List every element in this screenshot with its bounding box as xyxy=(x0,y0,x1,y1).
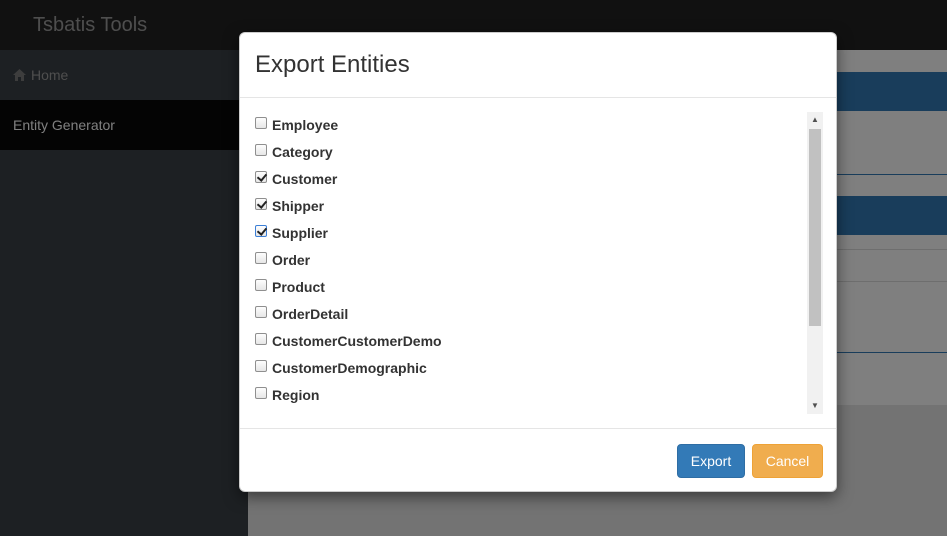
entity-row[interactable]: Category xyxy=(254,139,823,166)
export-button[interactable]: Export xyxy=(677,444,745,478)
entity-row[interactable]: Product xyxy=(254,274,823,301)
entity-label: Customer xyxy=(272,171,338,187)
entity-checkbox[interactable] xyxy=(255,198,267,210)
entity-row[interactable]: Employee xyxy=(254,112,823,139)
entity-label: Employee xyxy=(272,117,339,133)
entity-label: Supplier xyxy=(272,225,329,241)
scrollbar-thumb[interactable] xyxy=(809,129,821,326)
entity-row[interactable]: OrderDetail xyxy=(254,301,823,328)
entity-checkbox[interactable] xyxy=(255,144,267,156)
entity-label: Category xyxy=(272,144,333,160)
modal-footer: Export Cancel xyxy=(240,428,836,491)
scroll-up-arrow-icon[interactable]: ▲ xyxy=(807,112,823,128)
entity-checkbox[interactable] xyxy=(255,387,267,399)
modal-title: Export Entities xyxy=(255,51,410,78)
modal-body: Employee Category Customer Shipper Supplier O… xyxy=(240,98,836,428)
entity-row[interactable]: CustomerCustomerDemo xyxy=(254,328,823,355)
entity-row[interactable]: Customer xyxy=(254,166,823,193)
entity-label: Region xyxy=(272,387,320,403)
scrollbar[interactable]: ▲ ▼ xyxy=(807,112,823,414)
entity-label: Product xyxy=(272,279,325,295)
entity-checkbox[interactable] xyxy=(255,333,267,345)
entity-row[interactable]: Order xyxy=(254,247,823,274)
cancel-button[interactable]: Cancel xyxy=(752,444,823,478)
entity-label: OrderDetail xyxy=(272,306,349,322)
entity-checkbox[interactable] xyxy=(255,306,267,318)
scroll-down-arrow-icon[interactable]: ▼ xyxy=(807,398,823,414)
entity-label: CustomerCustomerDemo xyxy=(272,333,442,349)
entity-row[interactable]: CustomerDemographic xyxy=(254,355,823,382)
entity-label: CustomerDemographic xyxy=(272,360,427,376)
entity-row[interactable]: Supplier xyxy=(254,220,823,247)
entity-row[interactable]: Region xyxy=(254,382,823,409)
entity-checkbox-list[interactable]: Employee Category Customer Shipper Supplier O… xyxy=(254,112,823,414)
entity-checkbox[interactable] xyxy=(255,117,267,129)
entity-checkbox[interactable] xyxy=(255,252,267,264)
entity-label: Shipper xyxy=(272,198,325,214)
entity-checkbox[interactable] xyxy=(255,279,267,291)
export-entities-modal: Export Entities Employee Category Customer… xyxy=(239,32,837,492)
entity-row[interactable]: Shipper xyxy=(254,193,823,220)
entity-label: Order xyxy=(272,252,311,268)
modal-header: Export Entities xyxy=(240,33,836,98)
entity-checkbox[interactable] xyxy=(255,171,267,183)
entity-checkbox[interactable] xyxy=(255,225,267,237)
entity-checkbox[interactable] xyxy=(255,360,267,372)
